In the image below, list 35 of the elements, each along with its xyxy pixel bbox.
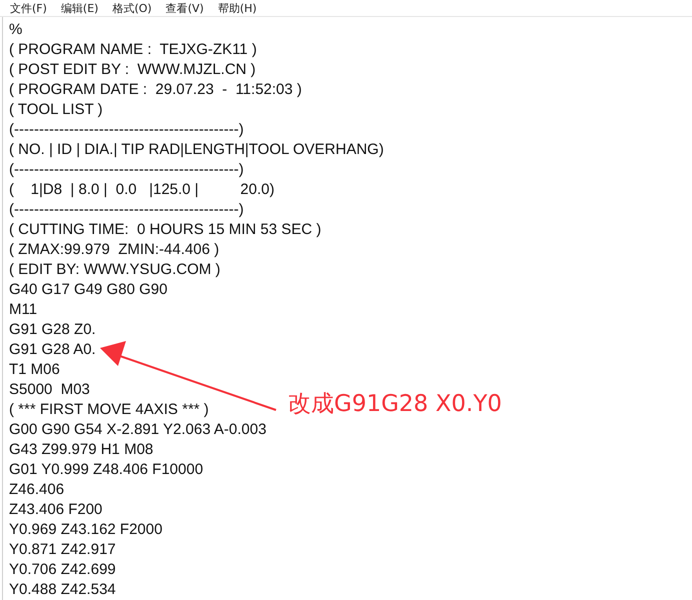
code-line: % — [9, 20, 22, 40]
code-line: G43 Z99.979 H1 M08 — [9, 440, 154, 460]
menu-item[interactable]: 查看(V) — [166, 0, 204, 16]
menu-item[interactable]: 编辑(E) — [60, 0, 98, 16]
menu-item[interactable]: 格式(O) — [112, 0, 152, 16]
code-line: ( ZMAX:99.979 ZMIN:-44.406 ) — [9, 240, 220, 260]
code-line: G91 G28 A0. — [9, 340, 96, 360]
annotation-text: 改成G91G28 X0.Y0 — [288, 390, 502, 419]
code-line: ( POST EDIT BY : WWW.MJZL.CN ) — [9, 60, 256, 80]
code-line: G01 Y0.999 Z48.406 F10000 — [9, 460, 204, 480]
code-line: Z46.406 — [9, 480, 64, 500]
code-line: G00 G90 G54 X-2.891 Y2.063 A-0.003 — [9, 420, 266, 440]
code-line: G40 G17 G49 G80 G90 — [9, 280, 168, 300]
code-line: ( PROGRAM NAME : TEJXG-ZK11 ) — [9, 40, 257, 60]
code-line: ( 1|D8 | 8.0 | 0.0 |125.0 | 20.0) — [9, 180, 274, 200]
code-line: T1 M06 — [9, 360, 60, 380]
code-line: ( *** FIRST MOVE 4AXIS *** ) — [9, 400, 209, 420]
code-line: Z43.406 F200 — [9, 500, 102, 520]
code-line: (---------------------------------------------) — [9, 160, 244, 180]
code-line: G91 G28 Z0. — [9, 320, 96, 340]
code-line: S5000 M03 — [9, 380, 90, 400]
code-line: Y0.488 Z42.534 — [9, 580, 116, 600]
code-line: ( TOOL LIST ) — [9, 100, 103, 120]
code-line: ( NO. | ID | DIA.| TIP RAD|LENGTH|TOOL OVERHANG) — [9, 140, 384, 160]
code-line: ( PROGRAM DATE : 29.07.23 - 11:52:03 ) — [9, 80, 302, 100]
code-line: ( CUTTING TIME: 0 HOURS 15 MIN 53 SEC ) — [9, 220, 322, 240]
menu-item[interactable]: 帮助(H) — [218, 0, 257, 16]
code-line: Y0.969 Z43.162 F2000 — [9, 520, 162, 540]
code-line: (---------------------------------------------) — [9, 200, 244, 220]
code-line: (---------------------------------------------) — [9, 120, 244, 140]
code-line: Y0.871 Z42.917 — [9, 540, 116, 560]
code-line: M11 — [9, 300, 38, 320]
code-line: Y0.706 Z42.699 — [9, 560, 116, 580]
code-line: ( EDIT BY: WWW.YSUG.COM ) — [9, 260, 220, 280]
menu-item[interactable]: 文件(F) — [10, 0, 47, 16]
